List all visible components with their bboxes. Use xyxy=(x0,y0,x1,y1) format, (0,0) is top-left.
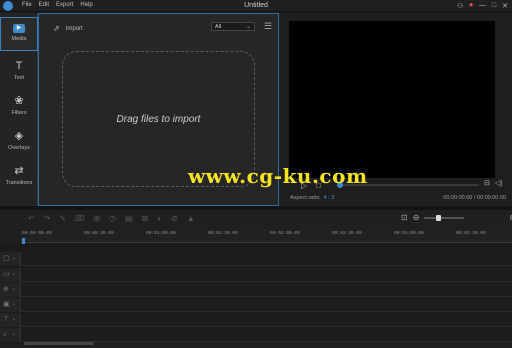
maximize-icon[interactable]: □ xyxy=(492,2,496,10)
sidebar: ▶ Media T Text ❀ Filters ◈ Overlays ⇄ Tr… xyxy=(0,13,38,206)
menu-export[interactable]: Export xyxy=(56,2,73,8)
media-filter-select[interactable]: All ⌄ xyxy=(211,22,255,31)
delete-icon[interactable]: ⌧ xyxy=(75,214,84,223)
sidebar-item-filters[interactable]: ❀ Filters xyxy=(0,91,38,125)
lock-icon: ▪ xyxy=(13,317,15,323)
marker-icon[interactable]: ▲ xyxy=(187,214,195,223)
music-track-icon: ♪ ▪ xyxy=(0,328,21,342)
ruler-tick: 00:03:30.00 xyxy=(456,231,486,236)
overlay-track-icon: ▣ ▪ xyxy=(0,298,21,312)
sidebar-item-media[interactable]: ▶ Media xyxy=(0,17,38,51)
user-icon[interactable]: ⚇ xyxy=(457,2,463,10)
rec-icon[interactable]: ⏺ xyxy=(469,2,473,10)
detach-icon[interactable]: ⊘ xyxy=(171,214,178,223)
menu-edit[interactable]: Edit xyxy=(39,2,49,8)
ruler-tick: 00:00:30.00 xyxy=(84,231,114,236)
player-extra-controls: ⊟ ◁) xyxy=(484,179,503,187)
zoom-slider[interactable] xyxy=(424,214,465,221)
close-icon[interactable]: ✕ xyxy=(502,2,508,10)
volume-icon[interactable]: ◁) xyxy=(495,179,503,187)
timeline-toolbar: ↶ ↷ ✎ ⌧ ⊞ ◷ ▤ ⊠ ◐ ⊘ ▲ ⊡ ⊖ ⊕ xyxy=(0,210,512,229)
timeline-scrollbar[interactable] xyxy=(24,342,94,345)
fit-icon[interactable]: ⊡ xyxy=(401,213,408,222)
track-video[interactable]: ▢ ▪ xyxy=(0,252,512,266)
app-logo xyxy=(3,1,13,11)
crop-icon[interactable]: ⊞ xyxy=(93,214,100,223)
sidebar-item-label: Overlays xyxy=(8,145,30,151)
lock-icon: ▪ xyxy=(13,332,15,338)
text-track-icon: ⊤ ▪ xyxy=(0,313,21,327)
redo-icon[interactable]: ↷ xyxy=(44,214,51,223)
sidebar-item-label: Media xyxy=(11,36,27,42)
aspect-value[interactable]: 4 : 3 xyxy=(324,195,335,201)
watermark-text: www.cg-ku.com xyxy=(188,164,368,188)
filter-track-icon: ⊕ ▪ xyxy=(0,283,21,297)
freeze-icon[interactable]: ⊠ xyxy=(142,214,149,223)
zoom-out-icon[interactable]: ⊖ xyxy=(413,213,420,222)
aspect-ratio[interactable]: Aspect ratio: 4 : 3 xyxy=(290,195,334,201)
sidebar-item-label: Transitions xyxy=(5,180,33,186)
title-bar: File Edit Export Help Untitled ⚇ ⏺ — □ ✕ xyxy=(0,0,512,12)
ruler-tick: 00:01:00.00 xyxy=(146,231,176,236)
sidebar-item-label: Text xyxy=(13,75,25,81)
snapshot-icon[interactable]: ⊟ xyxy=(484,179,490,187)
split-icon[interactable]: ▤ xyxy=(125,214,133,223)
list-view-icon[interactable]: ☰ xyxy=(264,21,272,32)
import-label: Import xyxy=(65,25,83,32)
ruler-tick: 00:02:30.00 xyxy=(332,231,362,236)
color-icon[interactable]: ◐ xyxy=(157,214,162,223)
zoom-slider-handle[interactable] xyxy=(436,214,442,221)
lock-icon: ▪ xyxy=(13,287,15,293)
menu-bar: File Edit Export Help xyxy=(22,2,93,8)
speed-icon[interactable]: ◷ xyxy=(109,214,116,223)
track-filter[interactable]: ⊕ ▪ xyxy=(0,283,512,297)
edit-icon[interactable]: ✎ xyxy=(59,214,66,223)
import-button[interactable]: ⇗ Import xyxy=(53,24,83,33)
menu-help[interactable]: Help xyxy=(80,2,92,8)
ruler-tick: 00:01:30.00 xyxy=(208,231,238,236)
chevron-down-icon: ⌄ xyxy=(245,24,251,30)
media-icon: ▶ xyxy=(13,24,25,33)
track-music[interactable]: ♪ ▪ xyxy=(0,328,512,342)
lock-icon: ▪ xyxy=(13,272,15,278)
track-text[interactable]: ⊤ ▪ xyxy=(0,313,512,327)
lock-icon: ▪ xyxy=(13,256,15,262)
edit-tools: ↶ ↷ ✎ ⌧ ⊞ ◷ ▤ ⊠ ◐ ⊘ ▲ xyxy=(28,214,195,223)
sidebar-item-text[interactable]: T Text xyxy=(0,56,38,90)
filter-value: All xyxy=(215,24,222,30)
window-controls: ⚇ ⏺ — □ ✕ xyxy=(457,2,508,10)
dropzone-text: Drag files to import xyxy=(116,114,201,125)
sidebar-item-label: Filters xyxy=(11,110,27,116)
undo-icon[interactable]: ↶ xyxy=(28,214,35,223)
minimize-icon[interactable]: — xyxy=(479,2,486,10)
image-track-icon: ▭ ▪ xyxy=(0,268,21,282)
transitions-icon: ⇄ xyxy=(14,165,24,177)
preview-screen xyxy=(289,21,495,178)
sidebar-item-transitions[interactable]: ⇄ Transitions xyxy=(0,161,38,195)
ruler-tick: 00:02:00.00 xyxy=(270,231,300,236)
text-icon: T xyxy=(15,60,23,72)
timeline-ruler[interactable]: 00:00:00.00 00:00:30.00 00:01:00.00 00:0… xyxy=(21,229,512,243)
menu-file[interactable]: File xyxy=(22,2,32,8)
aspect-label: Aspect ratio: xyxy=(290,195,321,201)
timeline-tracks: ▢ ▪ ▭ ▪ ⊕ ▪ ▣ ▪ ⊤ ▪ ♪ ▪ xyxy=(0,244,512,344)
sidebar-item-overlays[interactable]: ◈ Overlays xyxy=(0,126,38,160)
timecode: 00:00:00.00 / 00:00:00.00 xyxy=(443,195,506,201)
track-image[interactable]: ▭ ▪ xyxy=(0,268,512,282)
overlays-icon: ◈ xyxy=(14,130,24,142)
zoom-controls: ⊡ ⊖ ⊕ xyxy=(401,213,512,222)
video-track-icon: ▢ ▪ xyxy=(0,252,21,266)
track-overlay[interactable]: ▣ ▪ xyxy=(0,298,512,312)
import-icon: ⇗ xyxy=(53,24,60,33)
filters-icon: ❀ xyxy=(14,95,24,107)
lock-icon: ▪ xyxy=(13,302,15,308)
ruler-tick: 00:03:00.00 xyxy=(394,231,424,236)
ruler-tick: 00:00:00.00 xyxy=(22,231,52,236)
